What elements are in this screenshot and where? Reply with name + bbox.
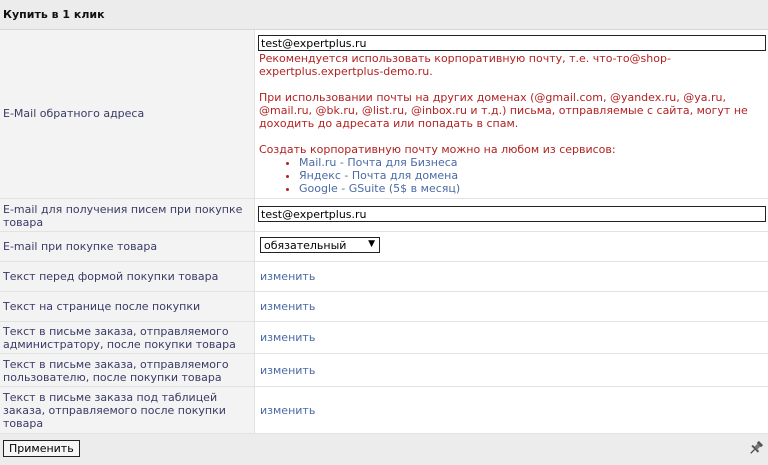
row-admin-email-text: Текст в письме заказа, отправляемого адм…: [0, 322, 768, 354]
section-title: Купить в 1 клик: [3, 8, 105, 21]
row-order-email: E-mail для получения писем при покупке т…: [0, 199, 768, 232]
service-item-mailru: Mail.ru - Почта для Бизнеса: [299, 156, 759, 169]
user-email-text-edit-link[interactable]: изменить: [260, 364, 315, 377]
row-text-before-form: Текст перед формой покупки товара измени…: [0, 262, 768, 292]
under-table-text-label: Текст в письме заказа под таблицей заказ…: [3, 391, 226, 430]
admin-email-text-label: Текст в письме заказа, отправляемого адм…: [3, 325, 236, 351]
apply-button[interactable]: Применить: [3, 440, 80, 457]
purchase-email-label: E-mail при покупке товара: [3, 240, 158, 253]
order-email-input[interactable]: [258, 206, 766, 222]
service-link-yandex[interactable]: Яндекс: [299, 169, 341, 182]
chevron-down-icon: ▼: [368, 239, 375, 249]
under-table-text-edit-link[interactable]: изменить: [260, 404, 315, 417]
service-link-google[interactable]: Google: [299, 182, 338, 195]
row-user-email-text: Текст в письме заказа, отправляемого пол…: [0, 354, 768, 387]
user-email-text-label: Текст в письме заказа, отправляемого пол…: [3, 358, 229, 384]
service-list: Mail.ru - Почта для Бизнеса Яндекс - Поч…: [259, 156, 759, 195]
service-item-yandex: Яндекс - Почта для домена: [299, 169, 759, 182]
return-email-input[interactable]: [258, 35, 766, 51]
text-before-form-label: Текст перед формой покупки товара: [3, 270, 219, 283]
service-link-mailru[interactable]: Mail.ru: [299, 156, 336, 169]
text-before-form-edit-link[interactable]: изменить: [260, 270, 315, 283]
return-email-label: E-Mail обратного адреса: [3, 107, 145, 120]
row-text-after-purchase: Текст на странице после покупки изменить: [0, 292, 768, 322]
service-item-google: Google - GSuite (5$ в месяц): [299, 182, 759, 195]
text-after-purchase-edit-link[interactable]: изменить: [260, 300, 315, 313]
pin-icon[interactable]: [748, 440, 764, 456]
return-email-hint: Рекомендуется использовать корпоративную…: [259, 52, 759, 195]
purchase-email-selected: обязательный: [264, 239, 347, 252]
footer-bar: Применить: [0, 434, 768, 465]
text-after-purchase-label: Текст на странице после покупки: [3, 300, 201, 313]
service-desc-mailru[interactable]: Почта для Бизнеса: [347, 156, 457, 169]
row-under-table-text: Текст в письме заказа под таблицей заказ…: [0, 387, 768, 434]
service-desc-yandex[interactable]: Почта для домена: [352, 169, 458, 182]
service-desc-google[interactable]: GSuite (5$ в месяц): [349, 182, 460, 195]
order-email-label: E-mail для получения писем при покупке т…: [3, 203, 243, 229]
row-return-email: E-Mail обратного адреса Рекомендуется ис…: [0, 30, 768, 199]
settings-page: Купить в 1 клик E-Mail обратного адреса …: [0, 0, 768, 465]
purchase-email-select[interactable]: обязательный ▼: [260, 237, 380, 253]
admin-email-text-edit-link[interactable]: изменить: [260, 331, 315, 344]
row-purchase-email: E-mail при покупке товара обязательный ▼: [0, 232, 768, 262]
section-header: Купить в 1 клик: [0, 0, 768, 30]
